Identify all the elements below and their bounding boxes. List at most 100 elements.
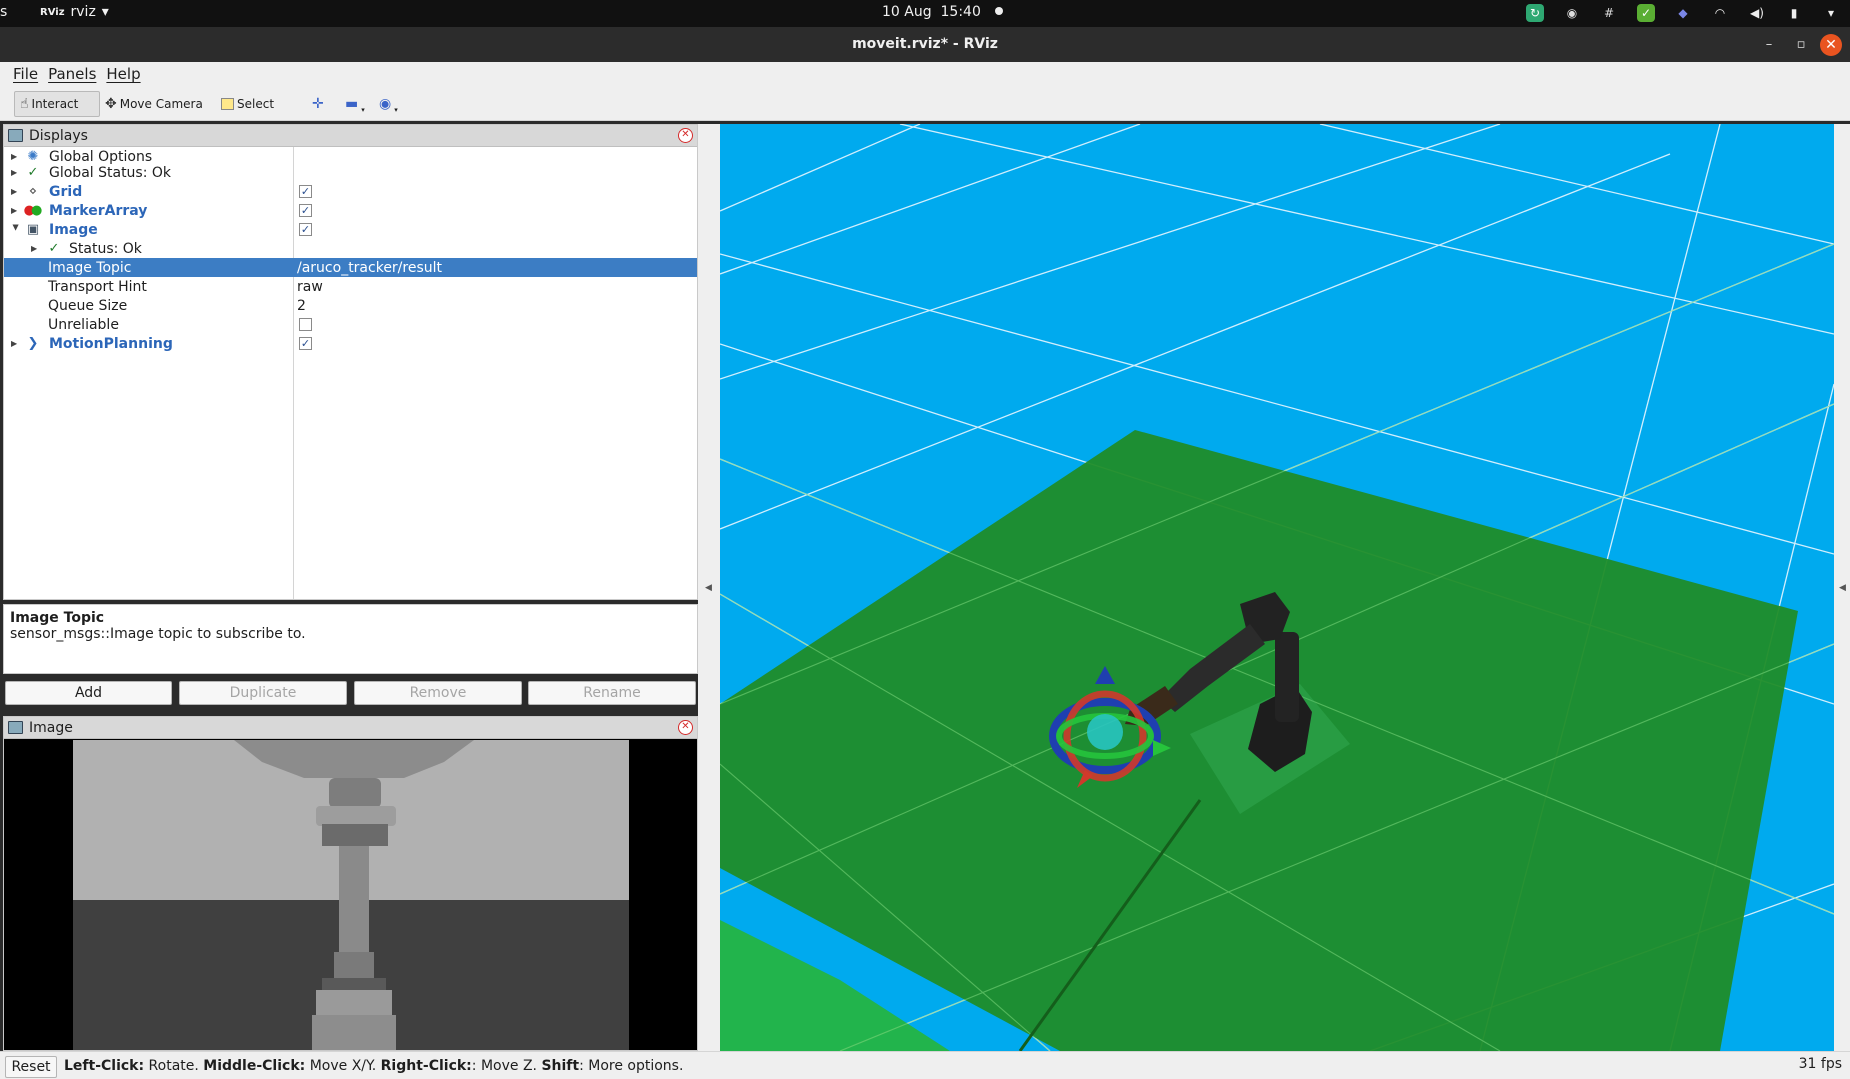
status-bar: Reset Left-Click: Rotate. Middle-Click: … — [0, 1051, 1850, 1079]
notification-dot-icon — [994, 7, 1003, 15]
panel-splitter[interactable]: ◀ — [698, 124, 720, 1051]
globe-icon: ✺ — [27, 149, 39, 164]
tree-label: Status: Ok — [69, 240, 142, 257]
expand-arrow-icon[interactable]: ▶ — [11, 187, 21, 196]
tree-row-image-status[interactable]: ▶ ✓ Status: Ok — [4, 239, 697, 258]
sync-icon[interactable]: ↻ — [1526, 4, 1544, 22]
app-name: rviz — [70, 4, 96, 20]
move-camera-label: Move Camera — [119, 97, 203, 111]
plus-icon: ✛ — [312, 96, 324, 112]
tool-dropdown-icon: ▾ — [394, 106, 398, 114]
add-display-button[interactable]: Add — [5, 681, 172, 705]
camera-image — [4, 740, 697, 1050]
collapse-right-icon[interactable]: ◀ — [1839, 583, 1846, 593]
hint-text: Rotate. — [144, 1058, 204, 1074]
grid-enabled-checkbox[interactable]: ✓ — [299, 185, 312, 198]
close-panel-icon[interactable]: ✕ — [678, 128, 693, 143]
right-panel-grip[interactable]: ◀ — [1834, 124, 1850, 1051]
menu-file[interactable]: File — [8, 62, 43, 86]
monitor-icon — [8, 129, 23, 142]
image-panel: Image ✕ — [3, 716, 698, 1051]
tree-label: Unreliable — [48, 316, 119, 333]
tree-row-image[interactable]: ▶ ▣ Image ✓ — [4, 220, 697, 239]
volume-icon[interactable]: ◀) — [1748, 4, 1766, 22]
duplicate-display-button[interactable]: Duplicate — [179, 681, 347, 705]
image-icon — [8, 721, 23, 734]
remove-display-button[interactable]: Remove — [354, 681, 522, 705]
tree-label: MotionPlanning — [49, 335, 173, 352]
tree-label: Image — [49, 221, 98, 238]
displays-panel-title: Displays — [29, 127, 88, 144]
expand-arrow-icon[interactable]: ▶ — [11, 206, 21, 215]
hint-text: : Move Z. — [471, 1058, 542, 1074]
expand-arrow-icon[interactable]: ▶ — [11, 168, 21, 177]
tree-label: MarkerArray — [49, 202, 148, 219]
system-tray: ↻ ◉ # ✓ ◆ ◠ ◀) ▮ ▾ — [1526, 4, 1840, 22]
maximize-icon[interactable]: ▫ — [1790, 34, 1812, 56]
transport-hint-value[interactable]: raw — [297, 279, 323, 295]
hint-text: Move X/Y. — [305, 1058, 381, 1074]
render-3d-view[interactable] — [720, 124, 1834, 1051]
discord-icon[interactable]: ◉ — [1563, 4, 1581, 22]
reset-button[interactable]: Reset — [5, 1056, 57, 1078]
hint-text: : More options. — [579, 1058, 684, 1074]
menu-help[interactable]: Help — [101, 62, 145, 86]
slack-icon[interactable]: # — [1600, 4, 1618, 22]
tool-properties-button[interactable]: ◉ ▾ — [374, 91, 403, 117]
select-box-icon — [221, 98, 234, 110]
clock[interactable]: 10 Aug 15:40 — [882, 4, 1003, 20]
motion-icon: ❯ — [27, 336, 39, 351]
battery-icon[interactable]: ▮ — [1785, 4, 1803, 22]
description-title: Image Topic — [10, 610, 105, 626]
menu-panels[interactable]: Panels — [43, 62, 101, 86]
tree-row-unreliable[interactable]: Unreliable — [4, 315, 697, 334]
close-panel-icon[interactable]: ✕ — [678, 720, 693, 735]
expand-arrow-icon[interactable]: ▶ — [11, 152, 21, 161]
app-menu[interactable]: RViz rviz ▾ — [40, 4, 109, 20]
image-enabled-checkbox[interactable]: ✓ — [299, 223, 312, 236]
tree-row-queue-size[interactable]: Queue Size 2 — [4, 296, 697, 315]
tree-row-transport-hint[interactable]: Transport Hint raw — [4, 277, 697, 296]
minimize-icon[interactable]: – — [1758, 34, 1780, 56]
unreliable-checkbox[interactable] — [299, 318, 312, 331]
tree-row-markerarray[interactable]: ▶ ● ● MarkerArray ✓ — [4, 201, 697, 220]
camera-image-view[interactable] — [4, 740, 697, 1050]
teams-icon[interactable]: ◆ — [1674, 4, 1692, 22]
tree-row-global-status[interactable]: ▶ ✓ Global Status: Ok — [4, 163, 697, 182]
system-menu-chevron-icon[interactable]: ▾ — [1822, 4, 1840, 22]
window-title: moveit.rviz* - RViz — [852, 36, 998, 52]
window-titlebar: moveit.rviz* - RViz – ▫ ✕ — [0, 27, 1850, 62]
system-top-bar: s RViz rviz ▾ 10 Aug 15:40 ↻ ◉ # ✓ ◆ ◠ ◀… — [0, 0, 1850, 27]
add-tool-button[interactable]: ✛ — [307, 91, 329, 117]
collapse-arrow-icon[interactable]: ▶ — [12, 225, 21, 235]
move-camera-tool-button[interactable]: ✥ Move Camera — [100, 91, 208, 117]
markerarray-enabled-checkbox[interactable]: ✓ — [299, 204, 312, 217]
check-icon: ✓ — [27, 165, 39, 180]
tree-label: Grid — [49, 183, 83, 200]
collapse-left-icon[interactable]: ◀ — [705, 583, 712, 593]
clock-date: 10 Aug — [882, 4, 932, 20]
interaction-hint: Left-Click: Rotate. Middle-Click: Move X… — [64, 1058, 683, 1074]
menu-bar: File Panels Help — [0, 62, 1850, 86]
queue-size-value[interactable]: 2 — [297, 298, 306, 314]
select-tool-button[interactable]: Select — [216, 91, 279, 117]
check-shield-icon[interactable]: ✓ — [1637, 4, 1655, 22]
interact-tool-button[interactable]: ☝ Interact — [14, 91, 100, 117]
fps-counter: 31 fps — [1798, 1056, 1842, 1072]
tree-row-grid[interactable]: ▶ ⋄ Grid ✓ — [4, 182, 697, 201]
expand-arrow-icon[interactable]: ▶ — [11, 339, 21, 348]
tool-bar: ☝ Interact ✥ Move Camera Select ✛ ▬ ▾ ◉ ▾ — [0, 86, 1850, 121]
activities-edge[interactable]: s — [0, 4, 7, 20]
markers-icon: ● ● — [23, 203, 43, 218]
image-topic-value[interactable]: /aruco_tracker/result — [297, 260, 442, 276]
close-window-icon[interactable]: ✕ — [1820, 34, 1842, 56]
rename-display-button[interactable]: Rename — [528, 681, 696, 705]
image-icon: ▣ — [26, 222, 40, 237]
tree-row-image-topic[interactable]: Image Topic /aruco_tracker/result — [4, 258, 697, 277]
remove-tool-button[interactable]: ▬ ▾ — [340, 91, 370, 117]
motionplanning-enabled-checkbox[interactable]: ✓ — [299, 337, 312, 350]
expand-arrow-icon[interactable]: ▶ — [31, 244, 41, 253]
wifi-icon[interactable]: ◠ — [1711, 4, 1729, 22]
tree-row-motionplanning[interactable]: ▶ ❯ MotionPlanning ✓ — [4, 334, 697, 353]
displays-tree: ▶ ✺ Global Options ▶ ✓ Global Status: Ok… — [4, 147, 697, 599]
